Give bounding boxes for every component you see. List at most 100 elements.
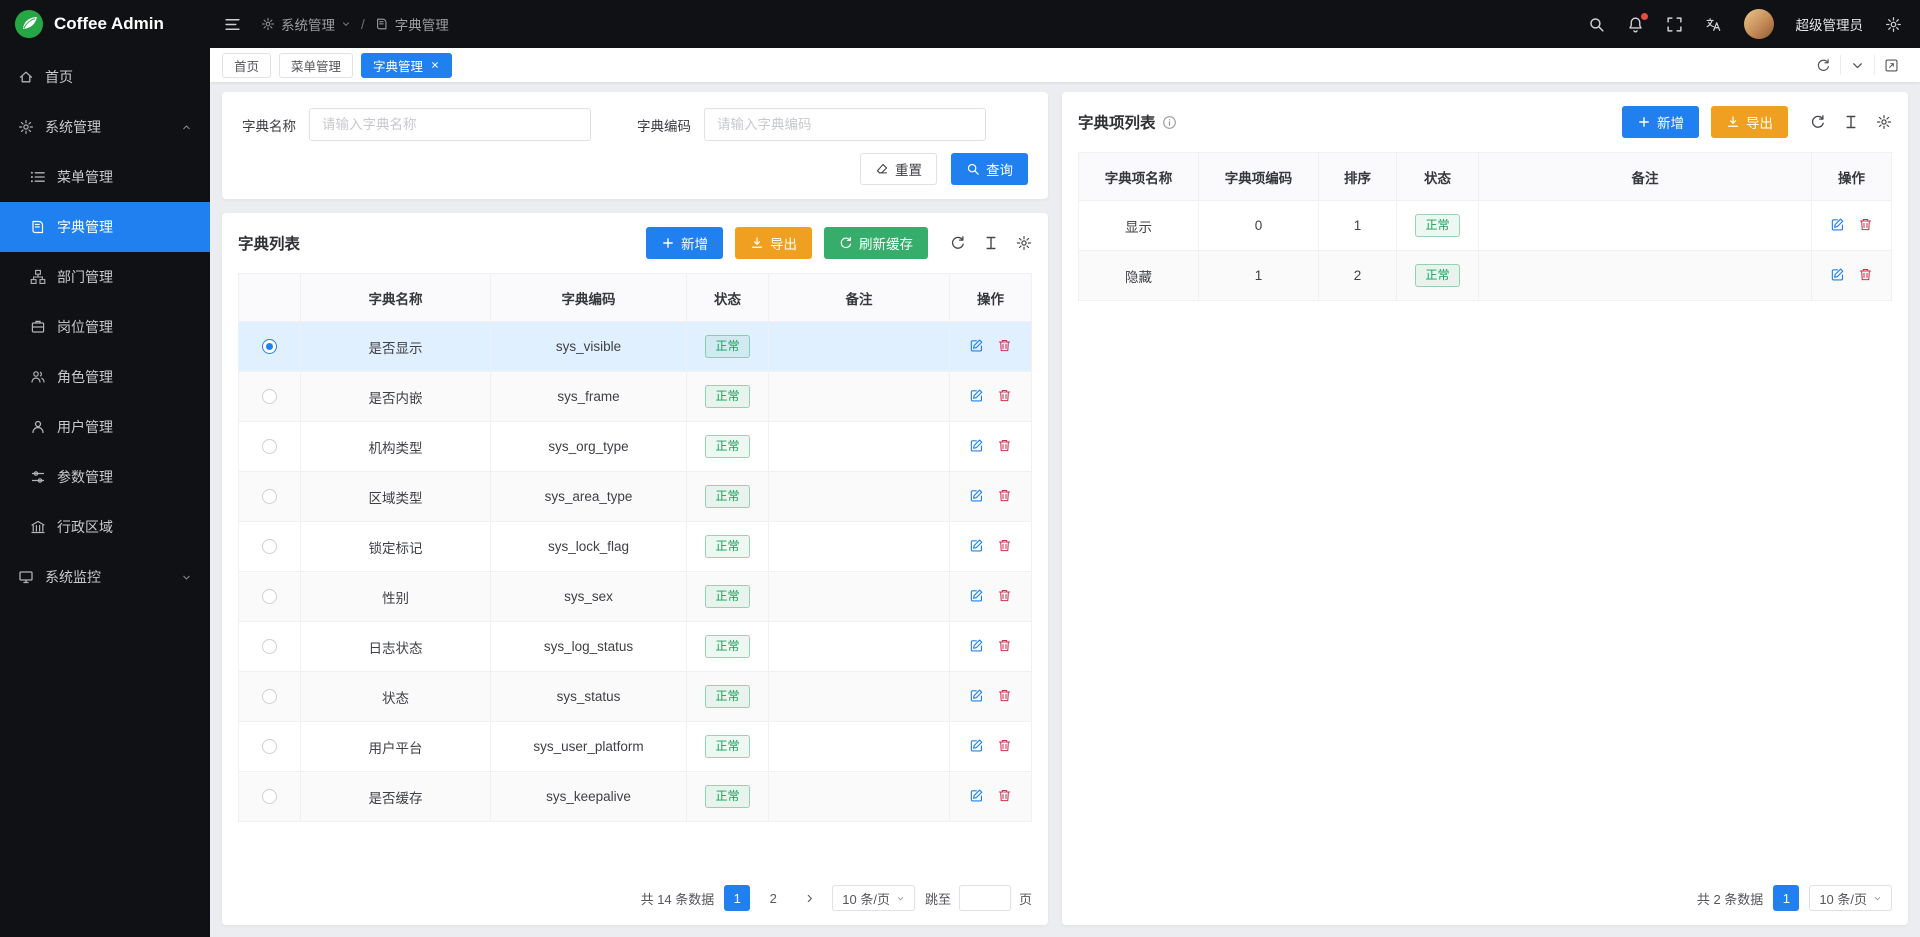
app-logo[interactable]: Coffee Admin (0, 0, 210, 48)
dict-row[interactable]: 是否内嵌sys_frame正常 (239, 372, 1032, 422)
row-radio[interactable] (262, 539, 277, 554)
column-settings-icon[interactable] (1016, 235, 1032, 251)
edit-icon[interactable] (1830, 267, 1845, 282)
delete-icon[interactable] (997, 788, 1012, 803)
jump-page-input[interactable] (959, 885, 1011, 911)
dict-row[interactable]: 是否显示sys_visible正常 (239, 322, 1032, 372)
translate-icon[interactable] (1705, 16, 1722, 33)
edit-icon[interactable] (969, 338, 984, 353)
export-dict-item-button[interactable]: 导出 (1711, 106, 1788, 138)
row-radio[interactable] (262, 789, 277, 804)
row-radio[interactable] (262, 589, 277, 604)
page-size-select[interactable]: 10 条/页 (1809, 885, 1892, 911)
edit-icon[interactable] (1830, 217, 1845, 232)
edit-icon[interactable] (969, 538, 984, 553)
row-radio[interactable] (262, 639, 277, 654)
sidebar-item-role-management[interactable]: 角色管理 (0, 352, 210, 402)
settings-gear-icon[interactable] (1885, 16, 1902, 33)
delete-icon[interactable] (1858, 217, 1873, 232)
sidebar-collapse-icon[interactable] (224, 16, 241, 33)
row-radio[interactable] (262, 389, 277, 404)
row-radio[interactable] (262, 339, 277, 354)
edit-icon[interactable] (969, 588, 984, 603)
notification-bell-icon[interactable] (1627, 16, 1644, 33)
sidebar-item-admin-region[interactable]: 行政区域 (0, 502, 210, 552)
dict-item-row[interactable]: 隐藏12正常 (1079, 251, 1892, 301)
table-refresh-icon[interactable] (1810, 114, 1826, 130)
delete-icon[interactable] (997, 488, 1012, 503)
add-dict-item-button[interactable]: 新增 (1622, 106, 1699, 138)
row-radio[interactable] (262, 439, 277, 454)
tab-home[interactable]: 首页 (222, 53, 271, 78)
sidebar-item-user-management[interactable]: 用户管理 (0, 402, 210, 452)
dict-row[interactable]: 是否缓存sys_keepalive正常 (239, 772, 1032, 822)
edit-icon[interactable] (969, 638, 984, 653)
username[interactable]: 超级管理员 (1796, 14, 1864, 34)
export-dict-button[interactable]: 导出 (735, 227, 812, 259)
delete-icon[interactable] (997, 738, 1012, 753)
density-icon[interactable] (983, 235, 999, 251)
tab-menu-management[interactable]: 菜单管理 (279, 53, 353, 78)
edit-icon[interactable] (969, 488, 984, 503)
delete-icon[interactable] (997, 638, 1012, 653)
page-button-2[interactable]: 2 (760, 885, 786, 911)
sidebar-item-dict-management[interactable]: 字典管理 (0, 202, 210, 252)
column-settings-icon[interactable] (1876, 114, 1892, 130)
dict-code-input[interactable] (704, 108, 986, 141)
row-radio[interactable] (262, 689, 277, 704)
fullscreen-icon[interactable] (1666, 16, 1683, 33)
cell-remark (769, 372, 950, 422)
tab-close-icon[interactable] (430, 60, 440, 70)
dict-row[interactable]: 锁定标记sys_lock_flag正常 (239, 522, 1032, 572)
edit-icon[interactable] (969, 438, 984, 453)
refresh-cache-label: 刷新缓存 (859, 233, 913, 253)
delete-icon[interactable] (997, 388, 1012, 403)
tabs-dropdown-icon[interactable] (1840, 55, 1874, 75)
edit-icon[interactable] (969, 688, 984, 703)
edit-icon[interactable] (969, 388, 984, 403)
edit-icon[interactable] (969, 788, 984, 803)
reset-button[interactable]: 重置 (860, 153, 937, 185)
delete-icon[interactable] (997, 688, 1012, 703)
edit-icon[interactable] (969, 738, 984, 753)
density-icon[interactable] (1843, 114, 1859, 130)
dict-name-input[interactable] (309, 108, 591, 141)
avatar[interactable] (1744, 9, 1774, 39)
add-dict-button[interactable]: 新增 (646, 227, 723, 259)
sidebar-item-dept-management[interactable]: 部门管理 (0, 252, 210, 302)
tab-dict-management[interactable]: 字典管理 (361, 53, 452, 78)
sidebar-item-param-management[interactable]: 参数管理 (0, 452, 210, 502)
tabs-refresh-icon[interactable] (1806, 55, 1840, 75)
page-button-1[interactable]: 1 (1773, 885, 1799, 911)
dict-row[interactable]: 机构类型sys_org_type正常 (239, 422, 1032, 472)
query-button[interactable]: 查询 (951, 153, 1028, 185)
breadcrumb-item-system-management[interactable]: 系统管理 (261, 14, 351, 34)
row-radio[interactable] (262, 489, 277, 504)
refresh-cache-button[interactable]: 刷新缓存 (824, 227, 928, 259)
dict-row[interactable]: 性别sys_sex正常 (239, 572, 1032, 622)
page-size-select[interactable]: 10 条/页 (832, 885, 915, 911)
sidebar-item-home[interactable]: 首页 (0, 52, 210, 102)
row-radio[interactable] (262, 739, 277, 754)
global-search-icon[interactable] (1588, 16, 1605, 33)
content-fullscreen-icon[interactable] (1874, 55, 1908, 75)
delete-icon[interactable] (997, 338, 1012, 353)
dict-row[interactable]: 区域类型sys_area_type正常 (239, 472, 1032, 522)
status-badge: 正常 (705, 735, 749, 757)
table-refresh-icon[interactable] (950, 235, 966, 251)
dict-row[interactable]: 状态sys_status正常 (239, 672, 1032, 722)
sidebar-item-menu-management[interactable]: 菜单管理 (0, 152, 210, 202)
sidebar-item-system-monitor[interactable]: 系统监控 (0, 552, 210, 602)
breadcrumb-item-dict-management[interactable]: 字典管理 (375, 14, 449, 34)
delete-icon[interactable] (997, 538, 1012, 553)
dict-row[interactable]: 日志状态sys_log_status正常 (239, 622, 1032, 672)
sidebar-item-post-management[interactable]: 岗位管理 (0, 302, 210, 352)
sidebar-item-system-management[interactable]: 系统管理 (0, 102, 210, 152)
delete-icon[interactable] (997, 588, 1012, 603)
dict-row[interactable]: 用户平台sys_user_platform正常 (239, 722, 1032, 772)
page-button-1[interactable]: 1 (724, 885, 750, 911)
dict-item-row[interactable]: 显示01正常 (1079, 201, 1892, 251)
delete-icon[interactable] (1858, 267, 1873, 282)
next-page-button[interactable] (796, 885, 822, 911)
delete-icon[interactable] (997, 438, 1012, 453)
